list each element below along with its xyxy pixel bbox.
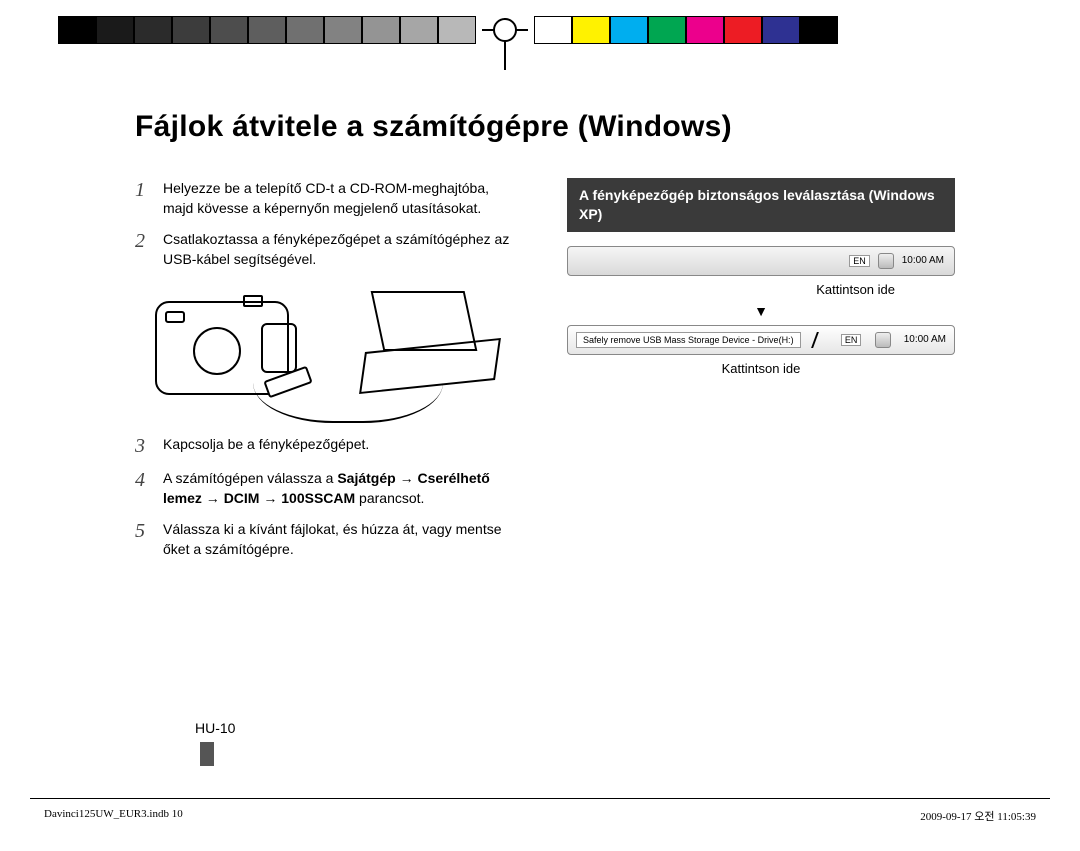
step-text: A számítógépen válassza a Sajátgép → Cse… bbox=[163, 468, 523, 509]
swatch bbox=[686, 16, 724, 44]
cursor-icon bbox=[811, 332, 831, 348]
swatch bbox=[572, 16, 610, 44]
step-number: 1 bbox=[135, 178, 151, 219]
tray-usb-icon bbox=[875, 332, 891, 348]
step-number: 3 bbox=[135, 434, 151, 458]
footer-rule bbox=[30, 798, 1050, 799]
callout-heading: A fényképezőgép biztonságos leválasztása… bbox=[567, 178, 955, 232]
step-text: Kapcsolja be a fényképezőgépet. bbox=[163, 434, 369, 458]
click-here-hint: Kattintson ide bbox=[567, 282, 955, 297]
page-number: HU-10 bbox=[195, 720, 235, 736]
tray-clock: 10:00 AM bbox=[904, 334, 946, 345]
footer-left: Davinci125UW_EUR3.indb 10 bbox=[44, 808, 183, 820]
swatch bbox=[96, 16, 134, 44]
swatch bbox=[762, 16, 800, 44]
step-5: 5 Válassza ki a kívánt fájlokat, és húzz… bbox=[135, 519, 523, 560]
step-text-post: parancsot. bbox=[355, 490, 424, 506]
swatch bbox=[134, 16, 172, 44]
footer-right: 2009-09-17 오전 11:05:39 bbox=[920, 808, 1036, 824]
step-number: 4 bbox=[135, 468, 151, 509]
step-3: 3 Kapcsolja be a fényképezőgépet. bbox=[135, 434, 523, 458]
tray-usb-icon bbox=[878, 253, 894, 269]
swatch bbox=[610, 16, 648, 44]
safely-remove-balloon: Safely remove USB Mass Storage Device - … bbox=[567, 325, 955, 355]
content-area: Fájlok átvitele a számítógépre (Windows)… bbox=[135, 110, 955, 569]
step-1: 1 Helyezze be a telepítő CD-t a CD-ROM-m… bbox=[135, 178, 523, 219]
step-4: 4 A számítógépen válassza a Sajátgép → C… bbox=[135, 468, 523, 509]
right-column: A fényképezőgép biztonságos leválasztása… bbox=[567, 178, 955, 569]
grayscale-swatches bbox=[58, 16, 476, 44]
swatch bbox=[400, 16, 438, 44]
step-number: 5 bbox=[135, 519, 151, 560]
step-2: 2 Csatlakoztassa a fényképezőgépet a szá… bbox=[135, 229, 523, 270]
two-columns: 1 Helyezze be a telepítő CD-t a CD-ROM-m… bbox=[135, 178, 955, 569]
swatch bbox=[534, 16, 572, 44]
tray-clock: 10:00 AM bbox=[902, 255, 944, 266]
swatch bbox=[438, 16, 476, 44]
page-title: Fájlok átvitele a számítógépre (Windows) bbox=[135, 110, 955, 144]
swatch bbox=[58, 16, 96, 44]
camera-to-laptop-illustration bbox=[135, 279, 515, 424]
manual-page: Fájlok átvitele a számítógépre (Windows)… bbox=[0, 0, 1080, 851]
click-here-hint: Kattintson ide bbox=[567, 361, 955, 376]
windows-taskbar: EN 10:00 AM bbox=[567, 246, 955, 276]
swatch bbox=[248, 16, 286, 44]
step-text-pre: A számítógépen válassza a bbox=[163, 470, 337, 486]
swatch bbox=[210, 16, 248, 44]
print-calibration-bar bbox=[0, 16, 1080, 44]
balloon-message: Safely remove USB Mass Storage Device - … bbox=[576, 332, 801, 348]
swatch bbox=[724, 16, 762, 44]
down-arrow-icon: ▼ bbox=[567, 303, 955, 319]
swatch bbox=[172, 16, 210, 44]
swatch bbox=[648, 16, 686, 44]
step-number: 2 bbox=[135, 229, 151, 270]
language-indicator: EN bbox=[841, 334, 862, 346]
swatch bbox=[800, 16, 838, 44]
swatch bbox=[324, 16, 362, 44]
swatch bbox=[362, 16, 400, 44]
left-column: 1 Helyezze be a telepítő CD-t a CD-ROM-m… bbox=[135, 178, 523, 569]
step-text: Csatlakoztassa a fényképezőgépet a számí… bbox=[163, 229, 523, 270]
lead-line bbox=[0, 29, 58, 31]
step-text: Helyezze be a telepítő CD-t a CD-ROM-meg… bbox=[163, 178, 523, 219]
swatch bbox=[286, 16, 324, 44]
color-swatches bbox=[534, 16, 838, 44]
language-indicator: EN bbox=[849, 255, 870, 267]
lead-line bbox=[838, 29, 1080, 31]
page-tab bbox=[200, 742, 214, 766]
step-text: Válassza ki a kívánt fájlokat, és húzza … bbox=[163, 519, 523, 560]
